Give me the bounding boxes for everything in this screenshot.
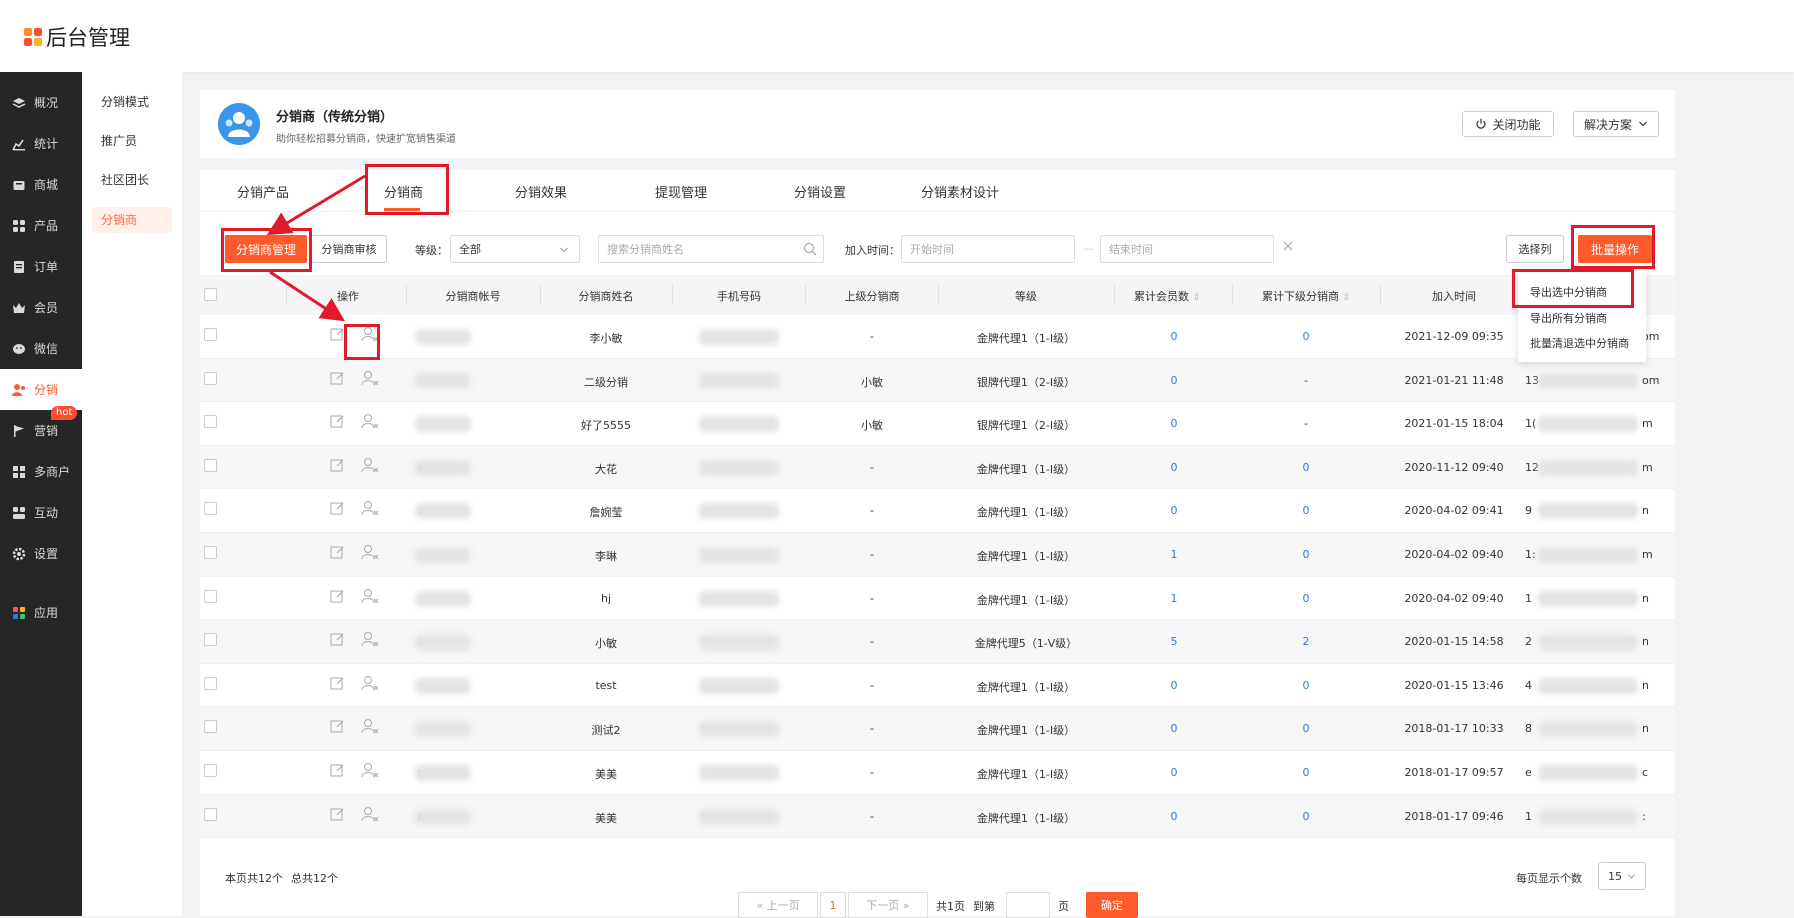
arrow-tab-to-manage [266,174,366,236]
arrow-manage-to-remove [269,270,346,322]
annotation-arrows [266,174,366,322]
